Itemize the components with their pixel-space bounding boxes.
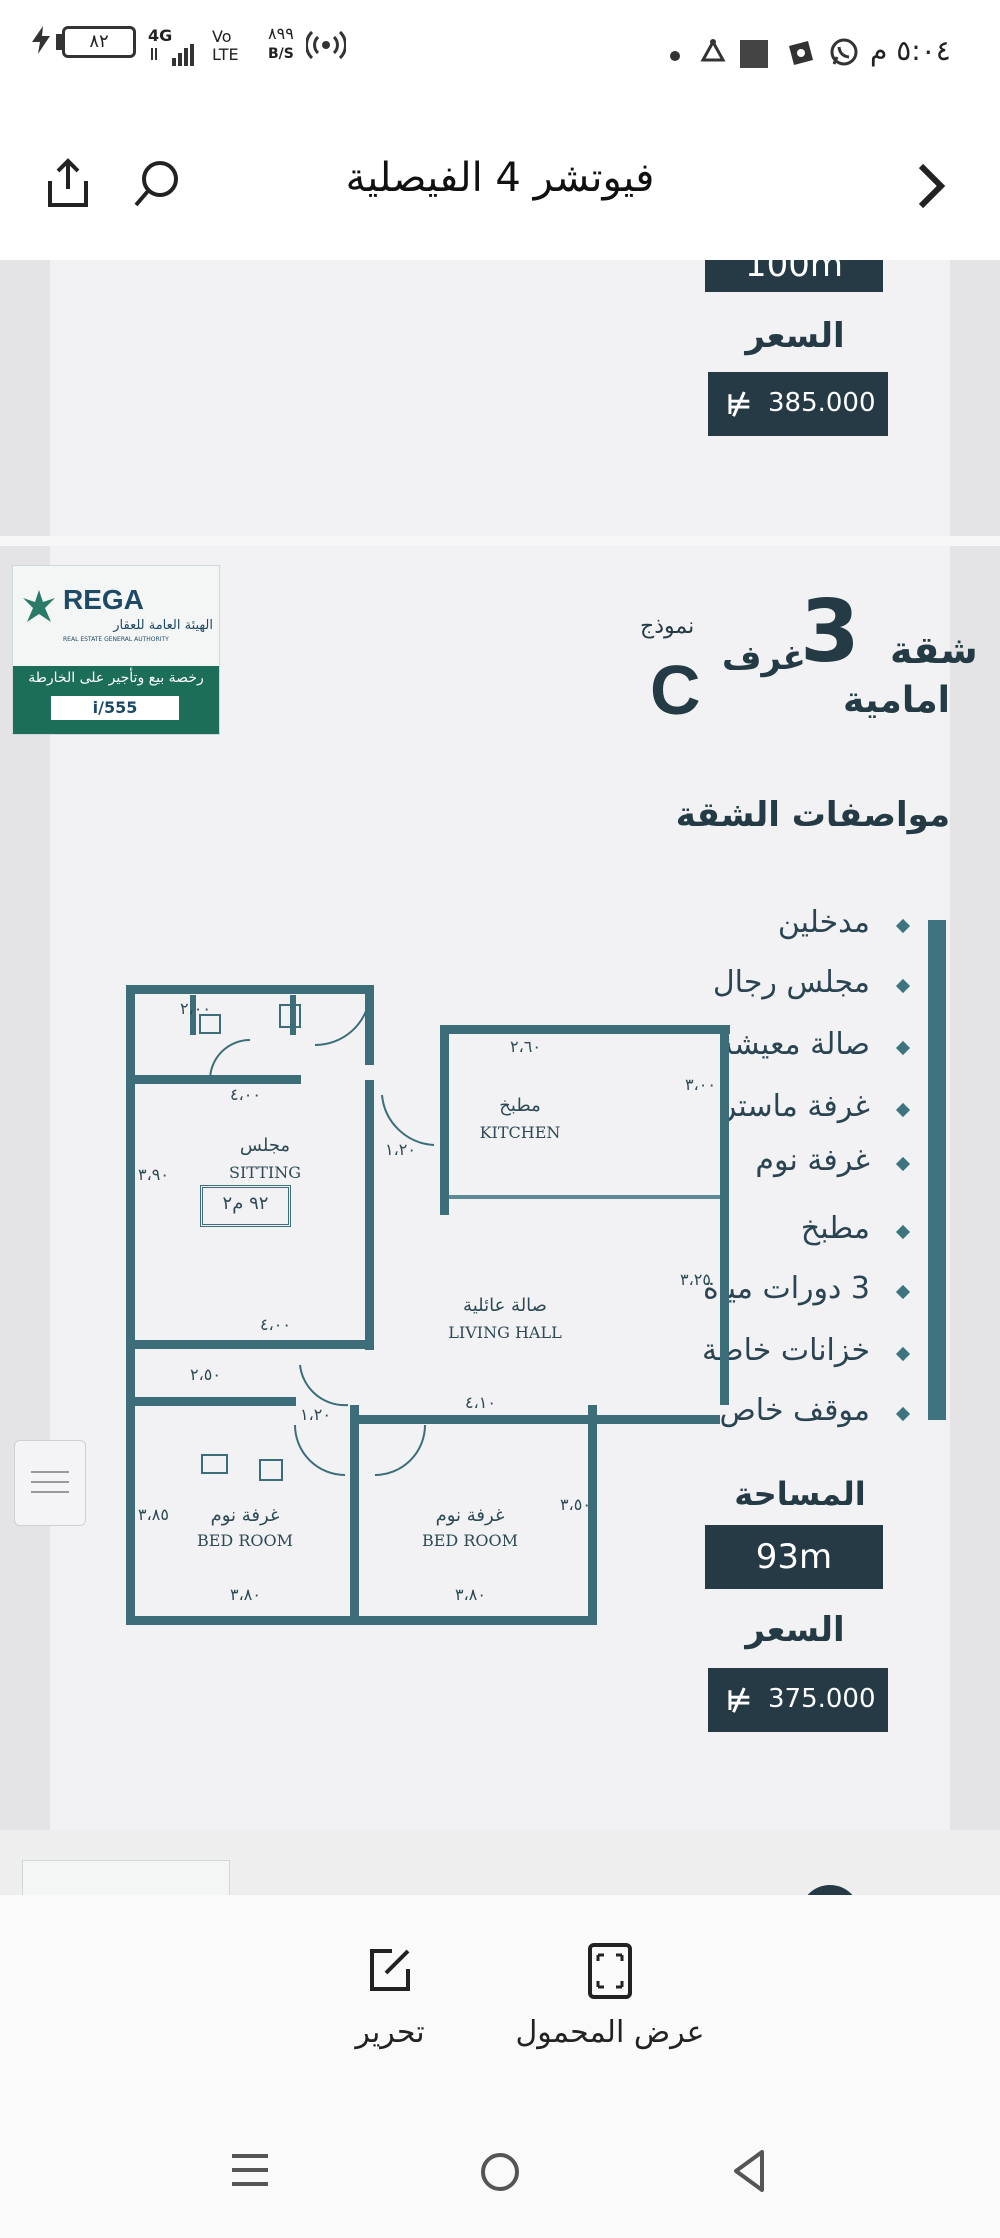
whatsapp-icon xyxy=(828,36,860,68)
specs-accent-bar xyxy=(928,920,946,1420)
dim-label: ٣،٥٠ xyxy=(560,1495,591,1514)
spec-item: غرفة ماستر xyxy=(721,1089,870,1124)
rega-license-number: i/555 xyxy=(51,696,179,720)
room-kitchen-ar: مطبخ xyxy=(499,1095,541,1116)
battery-icon: ٨٢ xyxy=(62,26,136,58)
room-bed2-ar: غرفة نوم xyxy=(435,1505,505,1526)
mobile-view-button[interactable]: عرض المحمول xyxy=(510,1943,710,2073)
riyal-icon: ⊭ xyxy=(726,388,752,421)
heading-rooms-word: غرف xyxy=(722,638,806,678)
back-chevron-icon[interactable] xyxy=(905,158,955,214)
search-icon[interactable] xyxy=(130,155,186,211)
dim-label: ١،٢٠ xyxy=(385,1140,416,1159)
dot-icon xyxy=(670,51,680,61)
volte-indicator: Vo LTE xyxy=(212,27,239,64)
drawer-handle[interactable] xyxy=(14,1440,86,1526)
price-label: السعر xyxy=(745,1610,845,1650)
signal-icon xyxy=(150,44,194,68)
floor-plan: مجلس SITTING ٩٢ م٢ مطبخ KITCHEN صالة عائ… xyxy=(120,985,730,1625)
dim-label: ٤،٠٠ xyxy=(260,1315,291,1334)
recent-apps-icon[interactable] xyxy=(228,2150,272,2190)
spec-item: مطبخ xyxy=(800,1211,870,1246)
rega-license-text: رخصة بيع وتأجير على الخارطة xyxy=(28,670,204,686)
rega-brand: REGA xyxy=(63,584,144,615)
dim-label: ٣،٢٥ xyxy=(680,1270,711,1289)
nav-back-icon[interactable] xyxy=(728,2148,772,2194)
heading-rooms-number: 3 xyxy=(800,582,860,682)
area-value: 93m xyxy=(755,1537,833,1577)
status-bar: ٨٢ 4G Vo LTE ٨٩٩ B/S ٥:٠٤ م xyxy=(0,0,1000,110)
spec-item: غرفة نوم xyxy=(755,1143,870,1178)
dim-label: ٢،٠٠ xyxy=(180,999,211,1018)
room-sitting-area: ٩٢ م٢ xyxy=(200,1185,291,1227)
rega-license-strip: رخصة بيع وتأجير على الخارطة i/555 xyxy=(13,666,219,734)
rega-name-en: REAL ESTATE GENERAL AUTHORITY xyxy=(63,636,169,643)
edit-button[interactable]: تحرير xyxy=(350,1943,430,2073)
prev-price-value: 385.000 xyxy=(768,388,876,418)
dim-label: ٤،١٠ xyxy=(465,1393,496,1412)
riyal-icon: ⊭ xyxy=(726,1684,752,1717)
network-type: 4G xyxy=(148,26,173,45)
heading-model-letter: C xyxy=(650,651,701,729)
edit-label: تحرير xyxy=(355,2015,425,2050)
net-speed-unit: B/S xyxy=(268,46,294,62)
flash-icon xyxy=(30,26,52,54)
room-bed1-ar: غرفة نوم xyxy=(210,1505,280,1526)
tag-app-icon xyxy=(786,38,816,68)
card-divider xyxy=(0,536,1000,546)
mobile-view-icon xyxy=(586,1943,634,1999)
net-speed-value: ٨٩٩ xyxy=(268,24,294,43)
dim-label: ٤،٠٠ xyxy=(230,1085,261,1104)
spec-item: صالة معيشة xyxy=(718,1027,870,1062)
rega-logo-icon xyxy=(21,588,57,624)
hotspot-icon xyxy=(305,30,347,60)
share-icon[interactable] xyxy=(40,155,96,211)
price-box: ⊭ 375.000 xyxy=(708,1668,888,1732)
clock: ٥:٠٤ م xyxy=(870,34,951,67)
room-sitting-ar: مجلس xyxy=(239,1135,291,1156)
dim-label: ٣،٨٥ xyxy=(138,1505,169,1524)
mobile-view-label: عرض المحمول xyxy=(515,2015,705,2050)
specs-title: مواصفات الشقة xyxy=(675,795,950,835)
dim-label: ٣،٠٠ xyxy=(685,1075,716,1094)
prev-area-value: 100m xyxy=(744,260,843,285)
rega-badge: REGA الهيئة العامة للعقار REAL ESTATE GE… xyxy=(12,565,220,735)
room-bed1-en: BED ROOM xyxy=(196,1531,293,1550)
next-rega-badge xyxy=(22,1860,230,1895)
heading-apartment: شقة xyxy=(890,628,978,672)
spec-item: مدخلين xyxy=(777,905,870,940)
notification-bell-icon xyxy=(698,38,728,68)
price-value: 375.000 xyxy=(768,1684,876,1714)
spec-item: موقف خاص xyxy=(719,1393,870,1428)
dim-label: ٢،٦٠ xyxy=(510,1037,541,1056)
heading-model-word: نموذج xyxy=(640,614,695,639)
edit-icon xyxy=(364,1943,416,1995)
prev-price-label: السعر xyxy=(745,316,845,356)
prev-price-box: ⊭ 385.000 xyxy=(708,372,888,436)
battery-level: ٨٢ xyxy=(89,31,109,52)
image-viewer[interactable]: 100m السعر ⊭ 385.000 REGA الهيئة العامة … xyxy=(0,260,1000,1895)
heading-facing: امامية xyxy=(843,680,950,721)
prev-area-box: 100m xyxy=(705,260,883,292)
room-living-ar: صالة عائلية xyxy=(463,1295,547,1316)
room-bed2-en: BED ROOM xyxy=(421,1531,518,1550)
room-living-en: LIVING HALL xyxy=(448,1323,562,1342)
page-title: فيوتشر 4 الفيصلية xyxy=(345,155,655,201)
room-kitchen-en: KITCHEN xyxy=(479,1123,561,1142)
dim-label: ٢،٥٠ xyxy=(190,1365,221,1384)
dim-label: ٣،٩٠ xyxy=(138,1165,169,1184)
rega-name-ar: الهيئة العامة للعقار xyxy=(113,618,213,633)
dim-label: ١،٢٠ xyxy=(300,1405,331,1424)
home-icon[interactable] xyxy=(478,2150,522,2194)
app-square-icon xyxy=(740,40,768,68)
dim-label: ٣،٨٠ xyxy=(455,1585,486,1604)
dim-label: ٣،٨٠ xyxy=(230,1585,261,1604)
room-sitting-en: SITTING xyxy=(228,1163,302,1182)
